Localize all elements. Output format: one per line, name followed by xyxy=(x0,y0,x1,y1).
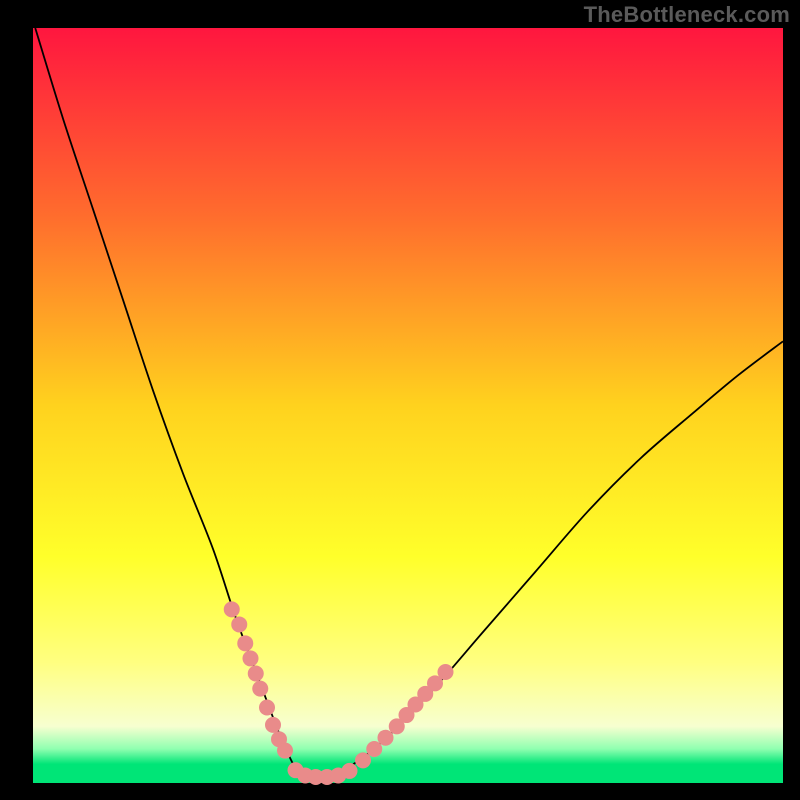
highlight-dot xyxy=(243,650,259,666)
highlight-dot xyxy=(231,616,247,632)
highlight-dot xyxy=(277,743,293,759)
highlight-dot xyxy=(259,700,275,716)
highlight-dot xyxy=(342,763,358,779)
highlight-dot xyxy=(237,635,253,651)
highlight-dot xyxy=(438,664,454,680)
chart-svg xyxy=(0,0,800,800)
highlight-dot xyxy=(378,730,394,746)
highlight-dot xyxy=(252,681,268,697)
plot-background xyxy=(33,28,783,783)
watermark-text: TheBottleneck.com xyxy=(584,2,790,28)
highlight-dot xyxy=(224,601,240,617)
highlight-dot xyxy=(265,717,281,733)
highlight-dot xyxy=(248,666,264,682)
chart-frame: TheBottleneck.com xyxy=(0,0,800,800)
highlight-dot xyxy=(355,752,371,768)
highlight-dot xyxy=(366,741,382,757)
